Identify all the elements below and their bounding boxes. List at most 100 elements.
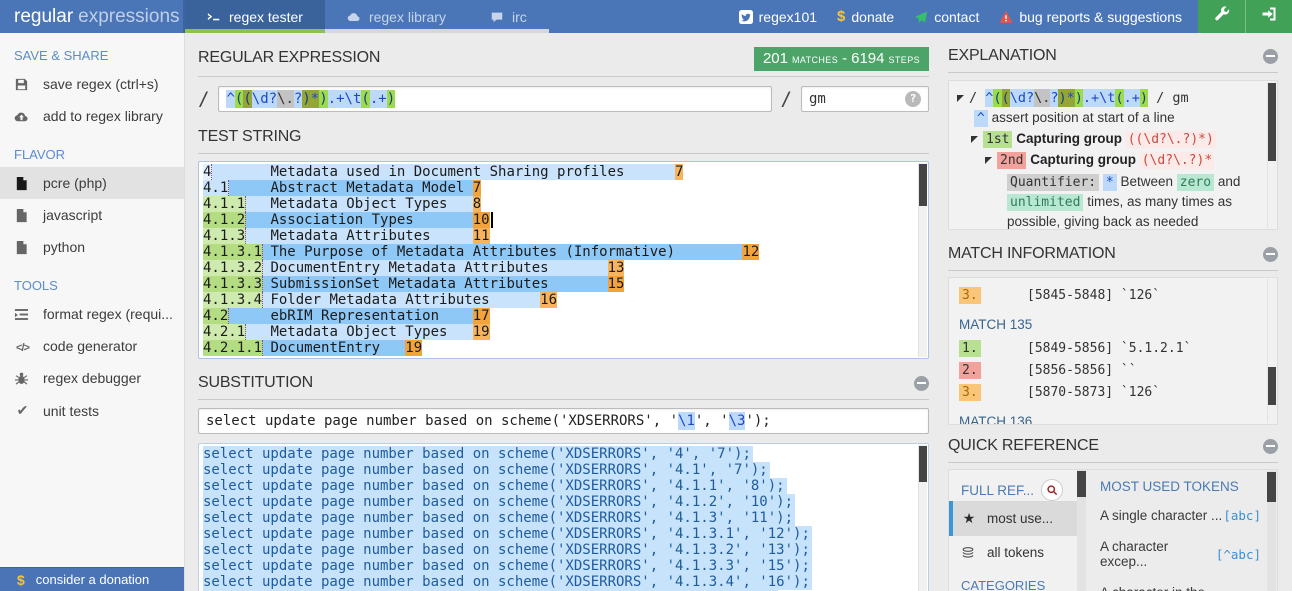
regex-flags-input[interactable]: gm (801, 86, 929, 112)
match-group3-highlight: 11 (473, 228, 490, 244)
sidebar-item-format-regex-requi[interactable]: format regex (requi... (0, 298, 184, 330)
sidebar-item-label: code generator (43, 338, 137, 354)
collapse-caret-icon[interactable] (957, 95, 964, 102)
substitution-segment: '); (745, 412, 770, 430)
nav-link-bug-reports-suggestions[interactable]: bug reports & suggestions (999, 9, 1182, 25)
file-icon (14, 176, 31, 191)
test-string-scrollbar (918, 163, 927, 357)
scrollbar-thumb[interactable] (1268, 367, 1276, 405)
collapse-explanation-icon[interactable] (1263, 49, 1278, 64)
collapse-substitution-icon[interactable] (914, 376, 929, 391)
tab-label: regex library (369, 9, 446, 25)
test-string-line: 4.1.3.1 The Purpose of Metadata Attribut… (203, 244, 928, 260)
token-description: A single character ... (1100, 508, 1223, 523)
substitution-segment: ', ' (695, 412, 729, 430)
match-highlight: Metadata Attributes (246, 228, 473, 244)
match-group1-highlight: 4.1.3 (203, 228, 246, 244)
substitution-result-line: select update page number based on schem… (203, 526, 928, 542)
quick-ref-item-label: most use... (987, 511, 1053, 526)
regex-token: ( (1115, 89, 1123, 107)
tab-regex-library[interactable]: regex library (325, 0, 468, 33)
substitution-input[interactable]: select update page number based on schem… (198, 408, 929, 434)
substitution-scrollbar (918, 445, 927, 591)
file-icon (14, 240, 31, 255)
tab-label: irc (512, 9, 527, 25)
group-number-chip: 2. (959, 362, 981, 379)
quick-reference-nav-scrollbar (1077, 470, 1086, 591)
reference-token-row[interactable]: A single character ...[abc] (1100, 500, 1261, 531)
match-information-header: MATCH INFORMATION (948, 245, 1278, 271)
reference-token-row[interactable]: A character in the r...[a-z] (1100, 577, 1261, 591)
substitution-result-text: select update page number based on schem… (203, 526, 812, 542)
scrollbar-thumb[interactable] (919, 164, 927, 206)
tab-regex-tester[interactable]: regex tester (185, 0, 325, 33)
substitution-result-text: select update page number based on schem… (203, 574, 812, 590)
collapse-caret-icon[interactable] (985, 157, 992, 164)
sidebar-item-pcre-php[interactable]: pcre (php) (0, 167, 184, 199)
substitution-result-line: select update page number based on schem… (203, 574, 928, 590)
nav-link-contact[interactable]: contact (914, 9, 979, 25)
explanation-regex-line: / ^((\d?\.?)*).+\t(.+) / gm (957, 88, 1261, 108)
wrench-icon-button[interactable] (1198, 0, 1245, 33)
scrollbar-thumb[interactable] (1268, 83, 1276, 161)
consider-donation-button[interactable]: $ consider a donation (0, 567, 184, 591)
main-column: REGULAR EXPRESSION 201matches - 6194step… (185, 33, 942, 591)
match-highlight: The Purpose of Metadata Attributes (Info… (263, 244, 742, 260)
search-icon[interactable] (1041, 479, 1063, 501)
test-string-editor[interactable]: 4 Metadata used in Document Sharing prof… (198, 161, 929, 359)
match-group3-highlight: 19 (473, 324, 490, 340)
quick-reference-panel: FULL REF... ★most use...all tokens CATEG… (948, 469, 1278, 591)
substitution-result-line: select update page number based on schem… (203, 494, 928, 510)
quantifier-part: unlimited (1007, 194, 1083, 211)
collapse-quick-reference-icon[interactable] (1263, 439, 1278, 454)
match-range-value: [5856-5856] `` (1027, 363, 1137, 378)
regex-token: ) (302, 90, 310, 108)
sidebar-item-javascript[interactable]: javascript (0, 199, 184, 231)
match-group-row[interactable]: 3.[5845-5848] `126` (959, 284, 1267, 306)
nav-link-regex101[interactable]: regex101 (739, 9, 817, 25)
match-group-row[interactable]: 2. [5856-5856] `` (959, 359, 1267, 381)
match-highlight: Metadata Object Types (246, 196, 473, 212)
reference-token-row[interactable]: A character excep...[^abc] (1100, 531, 1261, 577)
sidebar-item-python[interactable]: python (0, 231, 184, 263)
sidebar-item-regex-debugger[interactable]: regex debugger (0, 362, 184, 394)
sidebar-item-label: unit tests (43, 403, 99, 419)
quick-ref-item-all-tokens[interactable]: all tokens (949, 536, 1077, 569)
match-group-row[interactable]: 1.[5849-5856] `5.1.2.1` (959, 337, 1267, 359)
match-group3-highlight: 16 (540, 292, 557, 308)
chat-icon (490, 10, 504, 24)
collapse-match-info-icon[interactable] (1263, 247, 1278, 262)
tab-irc[interactable]: irc (468, 0, 549, 33)
substitution-result-line: select update page number based on schem… (203, 542, 928, 558)
logo-text: regular (14, 6, 73, 28)
explanation-header: EXPLANATION (948, 47, 1278, 73)
most-used-tokens-header: MOST USED TOKENS (1100, 479, 1261, 494)
regex-token: ( (243, 90, 251, 108)
regex-token: .+ (1083, 89, 1099, 107)
scrollbar-thumb[interactable] (1267, 472, 1276, 502)
sidebar-item-code-generator[interactable]: </>code generator (0, 330, 184, 362)
sidebar-item-unit-tests[interactable]: ✔unit tests (0, 394, 184, 427)
match-group1-highlight: 4.2.1.1 (203, 340, 263, 356)
scrollbar-thumb[interactable] (919, 446, 927, 482)
section-title-explanation: EXPLANATION (948, 47, 1057, 65)
regex-token: .+ (370, 90, 387, 108)
match-group1-highlight: 4.1.2 (203, 212, 246, 228)
full-reference-link[interactable]: FULL REF... (949, 479, 1077, 501)
match-group-row[interactable]: 3.[5870-5873] `126` (959, 381, 1267, 403)
scrollbar-thumb[interactable] (1077, 471, 1086, 497)
sidebar-section-title: SAVE & SHARE (0, 33, 184, 68)
collapse-caret-icon[interactable] (971, 136, 978, 143)
nav-link-donate[interactable]: $donate (837, 8, 894, 25)
sidebar-item-save-regex-ctrl-s[interactable]: save regex (ctrl+s) (0, 68, 184, 100)
regex-token: ( (235, 90, 243, 108)
sign-in-icon-button[interactable] (1245, 0, 1292, 33)
regex-pattern-input[interactable]: ^((\d?\.?)*).+\t(.+) (218, 86, 771, 112)
flags-help-icon[interactable] (905, 91, 921, 107)
regex-token: ) (1058, 89, 1066, 107)
app-logo[interactable]: regular expressions 101 (0, 0, 185, 33)
cloud-icon (347, 10, 361, 24)
dollar-icon: $ (837, 8, 845, 25)
quick-ref-item-most-use[interactable]: ★most use... (949, 501, 1077, 536)
sidebar-item-add-to-regex-library[interactable]: add to regex library (0, 100, 184, 132)
